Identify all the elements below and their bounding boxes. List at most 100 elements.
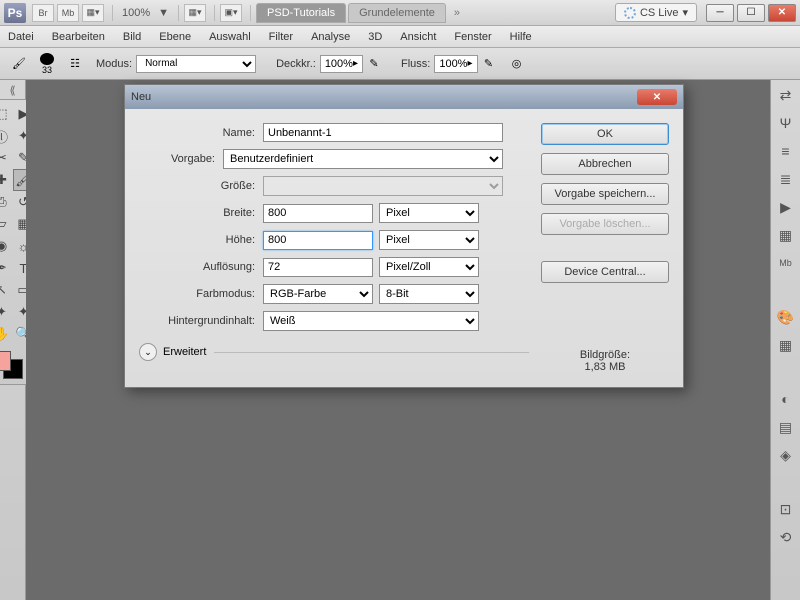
- brush-tool-icon: 🖌: [8, 53, 30, 75]
- swatches-panel-icon[interactable]: ▦: [776, 336, 796, 354]
- menu-fenster[interactable]: Fenster: [454, 31, 491, 43]
- breite-label: Breite:: [139, 207, 263, 219]
- healing-tool[interactable]: ✚: [0, 169, 13, 191]
- channels-panel-icon[interactable]: ▤: [776, 418, 796, 436]
- canvas-area: Neu ✕ Name: Vorgabe: Benutzerdefiniert G…: [26, 80, 770, 600]
- blur-tool[interactable]: ◉: [0, 235, 13, 257]
- zoom-level[interactable]: 100%: [122, 7, 150, 19]
- view-extras-button[interactable]: ▦▾: [82, 4, 104, 22]
- brush-presets-panel-icon[interactable]: ≣: [776, 170, 796, 188]
- hintergrund-select[interactable]: Weiß: [263, 311, 479, 331]
- screen-mode-button[interactable]: ▣▾: [220, 4, 242, 22]
- dialog-titlebar[interactable]: Neu ✕: [125, 85, 683, 109]
- deckkr-label: Deckkr.:: [276, 58, 316, 70]
- lasso-tool[interactable]: ⓛ: [0, 125, 13, 147]
- arrangement-button[interactable]: ▦▾: [184, 4, 206, 22]
- left-dock: ⟪ ⬚ ▶ ⓛ ✦ ✂ ✎ ✚ 🖌 ⎙ ↺ ▱ ▦ ◉ ☼ ✒ T ↖ ▭ ✦ …: [0, 80, 26, 600]
- color-panel-icon[interactable]: 🎨: [776, 308, 796, 326]
- fluss-label: Fluss:: [401, 58, 430, 70]
- collapse-dock-icon[interactable]: ⟪: [9, 84, 15, 97]
- actions-panel-icon[interactable]: ⟲: [776, 528, 796, 546]
- new-document-dialog: Neu ✕ Name: Vorgabe: Benutzerdefiniert G…: [124, 84, 684, 388]
- menu-ansicht[interactable]: Ansicht: [400, 31, 436, 43]
- menu-bild[interactable]: Bild: [123, 31, 141, 43]
- vorgabe-select[interactable]: Benutzerdefiniert: [223, 149, 503, 169]
- minimize-button[interactable]: ─: [706, 4, 734, 22]
- ok-button[interactable]: OK: [541, 123, 669, 145]
- more-workspaces-icon[interactable]: »: [454, 7, 460, 19]
- tablet-size-icon[interactable]: ◎: [506, 53, 528, 75]
- dialog-close-button[interactable]: ✕: [637, 89, 677, 105]
- hoehe-unit-select[interactable]: Pixel: [379, 230, 479, 250]
- modus-select[interactable]: Normal: [136, 55, 256, 73]
- airbrush-icon[interactable]: ✎: [478, 53, 500, 75]
- hand-tool[interactable]: ✋: [0, 323, 13, 345]
- 3d-tool[interactable]: ✦: [0, 301, 13, 323]
- farbtiefe-select[interactable]: 8-Bit: [379, 284, 479, 304]
- breite-unit-select[interactable]: Pixel: [379, 203, 479, 223]
- close-button[interactable]: ✕: [768, 4, 796, 22]
- menu-bearbeiten[interactable]: Bearbeiten: [52, 31, 105, 43]
- farbmodus-label: Farbmodus:: [139, 288, 263, 300]
- bridge-button[interactable]: Br: [32, 4, 54, 22]
- bildgroesse-value: 1,83 MB: [541, 361, 669, 373]
- info-panel-icon[interactable]: ▦: [776, 226, 796, 244]
- app-titlebar: Ps Br Mb ▦▾ 100% ▼ ▦▾ ▣▾ PSD-Tutorials G…: [0, 0, 800, 26]
- mini-bridge-button[interactable]: Mb: [57, 4, 79, 22]
- eraser-tool[interactable]: ▱: [0, 213, 13, 235]
- menu-filter[interactable]: Filter: [269, 31, 293, 43]
- mb-panel-icon[interactable]: Mb: [776, 254, 796, 272]
- pen-tool[interactable]: ✒: [0, 257, 13, 279]
- hoehe-label: Höhe:: [139, 234, 263, 246]
- path-select-tool[interactable]: ↖: [0, 279, 13, 301]
- paths-panel-icon[interactable]: ◈: [776, 446, 796, 464]
- deckkr-value[interactable]: 100% ▸: [320, 55, 363, 73]
- breite-input[interactable]: [263, 204, 373, 223]
- history-panel-icon[interactable]: ▶: [776, 198, 796, 216]
- fg-color-swatch[interactable]: [0, 351, 11, 371]
- hoehe-input[interactable]: [263, 231, 373, 250]
- vorgabe-speichern-button[interactable]: Vorgabe speichern...: [541, 183, 669, 205]
- bildgroesse-label: Bildgröße:: [541, 349, 669, 361]
- menu-datei[interactable]: Datei: [8, 31, 34, 43]
- modus-label: Modus:: [96, 58, 132, 70]
- menu-bar: Datei Bearbeiten Bild Ebene Auswahl Filt…: [0, 26, 800, 48]
- device-central-button[interactable]: Device Central...: [541, 261, 669, 283]
- vorgabe-loeschen-button: Vorgabe löschen...: [541, 213, 669, 235]
- vorgabe-label: Vorgabe:: [139, 153, 223, 165]
- abbrechen-button[interactable]: Abbrechen: [541, 153, 669, 175]
- options-bar: 🖌 33 ☷ Modus: Normal Deckkr.: 100% ▸ ✎ F…: [0, 48, 800, 80]
- brush-panel-toggle-icon[interactable]: ☷: [64, 53, 86, 75]
- cs-live-button[interactable]: CS Live ▾: [615, 3, 697, 22]
- menu-ebene[interactable]: Ebene: [159, 31, 191, 43]
- erweitert-label: Erweitert: [163, 346, 206, 358]
- name-label: Name:: [139, 127, 263, 139]
- menu-hilfe[interactable]: Hilfe: [510, 31, 532, 43]
- adjustments-panel-icon[interactable]: ⇄: [776, 86, 796, 104]
- layers-panel-icon[interactable]: ◐: [776, 390, 796, 408]
- maximize-button[interactable]: ☐: [737, 4, 765, 22]
- character-panel-icon[interactable]: Ψ: [776, 114, 796, 132]
- workspace-tab-grundelemente[interactable]: Grundelemente: [348, 3, 446, 23]
- dialog-title: Neu: [131, 91, 151, 103]
- workspace-tab-psdtutorials[interactable]: PSD-Tutorials: [256, 3, 346, 23]
- zoom-dropdown-icon[interactable]: ▼: [158, 7, 169, 19]
- menu-analyse[interactable]: Analyse: [311, 31, 350, 43]
- navigator-panel-icon[interactable]: ⊡: [776, 500, 796, 518]
- tablet-opacity-icon[interactable]: ✎: [363, 53, 385, 75]
- brush-preview[interactable]: 33: [36, 53, 58, 75]
- aufloesung-input[interactable]: [263, 258, 373, 277]
- groesse-label: Größe:: [139, 180, 263, 192]
- stamp-tool[interactable]: ⎙: [0, 191, 13, 213]
- crop-tool[interactable]: ✂: [0, 147, 13, 169]
- farbmodus-select[interactable]: RGB-Farbe: [263, 284, 373, 304]
- name-input[interactable]: [263, 123, 503, 142]
- menu-3d[interactable]: 3D: [368, 31, 382, 43]
- ps-logo-icon: Ps: [4, 3, 26, 23]
- aufloesung-unit-select[interactable]: Pixel/Zoll: [379, 257, 479, 277]
- menu-auswahl[interactable]: Auswahl: [209, 31, 251, 43]
- erweitert-toggle[interactable]: ⌄: [139, 343, 157, 361]
- move-tool[interactable]: ⬚: [0, 103, 13, 125]
- fluss-value[interactable]: 100% ▸: [434, 55, 477, 73]
- brushes-panel-icon[interactable]: ≡: [776, 142, 796, 160]
